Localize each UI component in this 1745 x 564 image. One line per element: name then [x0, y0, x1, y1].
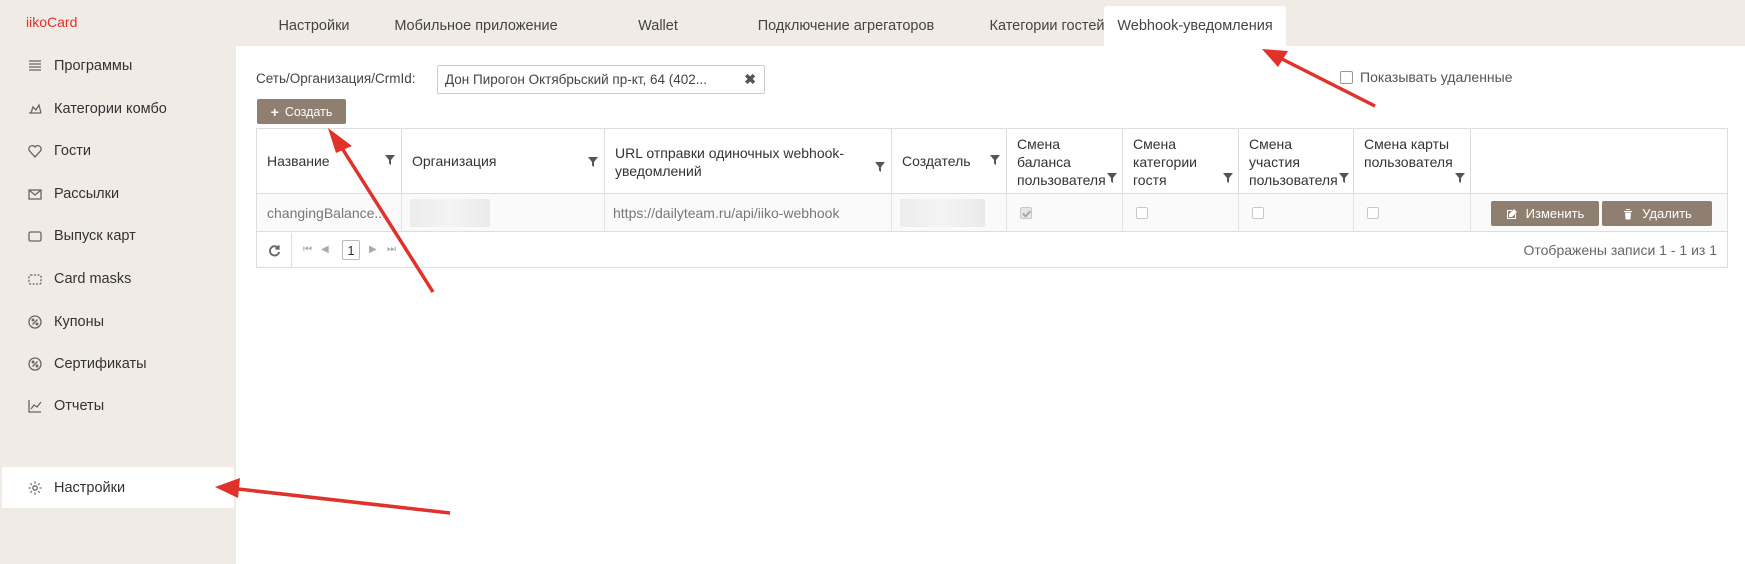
gear-icon: [26, 479, 44, 497]
sidebar-item-label: Выпуск карт: [54, 227, 136, 244]
column-header-balance-change[interactable]: Смена баланса пользователя: [1007, 129, 1123, 193]
arrow-to-settings: [237, 487, 451, 515]
filter-icon[interactable]: [990, 152, 1000, 165]
balance-change-checkbox: [1020, 207, 1032, 219]
tab-settings[interactable]: Настройки: [264, 6, 364, 46]
list-icon: [26, 57, 44, 75]
plus-icon: +: [270, 103, 279, 120]
organization-filter-input[interactable]: Дон Пирогон Октябрьский пр-кт, 64 (402..…: [437, 65, 765, 94]
tab-mobile-app[interactable]: Мобильное приложение: [386, 6, 566, 46]
percent-icon: [26, 355, 44, 373]
sidebar-item-label: Рассылки: [54, 185, 120, 202]
sidebar-item-label: Гости: [54, 142, 91, 159]
column-header-organization[interactable]: Организация: [402, 129, 605, 193]
filter-icon[interactable]: [385, 152, 395, 165]
sidebar-item-card-masks[interactable]: Card masks: [0, 258, 236, 299]
sidebar-item-label: Настройки: [54, 479, 126, 496]
filter-label: Сеть/Организация/CrmId:: [256, 71, 416, 86]
sidebar-item-coupons[interactable]: Купоны: [0, 301, 236, 342]
show-deleted-label: Показывать удаленные: [1360, 69, 1513, 85]
sidebar-item-label: Card masks: [54, 270, 132, 287]
sidebar-item-label: Сертификаты: [54, 355, 147, 372]
column-header-category-change[interactable]: Смена категории гостя: [1123, 129, 1239, 193]
first-page-icon[interactable]: ⏮: [303, 244, 312, 255]
table-row[interactable]: changingBalance... https://dailyteam.ru/…: [257, 193, 1727, 232]
cell-name: changingBalance...: [257, 194, 402, 232]
delete-button-label: Удалить: [1642, 206, 1692, 221]
column-header-card-change[interactable]: Смена карты пользователя: [1354, 129, 1471, 193]
envelope-icon: [26, 185, 44, 203]
column-header-creator[interactable]: Создатель: [892, 129, 1007, 193]
prev-page-icon[interactable]: ◀: [321, 244, 329, 255]
sidebar-item-guests[interactable]: Гости: [0, 130, 236, 171]
settings-tabs: Настройки Мобильное приложение Wallet По…: [236, 0, 1745, 46]
column-header-name[interactable]: Название: [257, 129, 402, 193]
redacted-organization: [410, 199, 490, 227]
filter-icon[interactable]: [875, 159, 885, 172]
sidebar-item-label: Программы: [54, 57, 133, 74]
create-button[interactable]: + Создать: [257, 99, 346, 124]
filter-icon[interactable]: [1339, 170, 1349, 183]
next-page-icon[interactable]: ▶: [369, 244, 377, 255]
sidebar-item-mailings[interactable]: Рассылки: [0, 173, 236, 214]
cell-balance-change: [1007, 194, 1123, 232]
edit-button[interactable]: Изменить: [1491, 201, 1599, 226]
clear-icon[interactable]: ✖: [744, 71, 756, 88]
cell-creator: [892, 194, 1007, 232]
heart-icon: [26, 142, 44, 160]
edit-icon: [1506, 208, 1517, 219]
column-header-participation-change[interactable]: Смена участия пользователя: [1239, 129, 1354, 193]
brand-logo[interactable]: iikoCard: [26, 14, 77, 30]
sidebar-item-programs[interactable]: Программы: [0, 45, 236, 86]
webhooks-table: Название Организация URL отправки одиноч…: [256, 128, 1728, 268]
edit-button-label: Изменить: [1525, 206, 1585, 221]
last-page-icon[interactable]: ⏭: [387, 244, 396, 255]
tab-wallet[interactable]: Wallet: [626, 6, 690, 46]
sidebar-item-reports[interactable]: Отчеты: [0, 385, 236, 426]
sidebar-item-certificates[interactable]: Сертификаты: [0, 343, 236, 384]
card-change-checkbox: [1367, 207, 1379, 219]
filter-icon[interactable]: [1223, 170, 1233, 183]
card-icon: [26, 227, 44, 245]
refresh-icon: [268, 245, 280, 257]
trash-icon: [1624, 208, 1633, 219]
percent-icon: [26, 313, 44, 331]
pagination: ⏮ ◀ 1 ▶ ⏭ Отображены записи 1 - 1 из 1: [257, 233, 1727, 268]
tab-aggregators[interactable]: Подключение агрегаторов: [746, 6, 946, 46]
redacted-creator: [900, 199, 985, 227]
participation-change-checkbox: [1252, 207, 1264, 219]
sidebar-item-label: Отчеты: [54, 397, 105, 414]
sidebar: iikoCard Программы Категории комбо Гости…: [0, 0, 236, 564]
sidebar-item-label: Категории комбо: [54, 100, 167, 117]
cell-participation-change: [1239, 194, 1354, 232]
cell-card-change: [1354, 194, 1471, 232]
sidebar-item-settings[interactable]: Настройки: [2, 467, 234, 508]
records-count: Отображены записи 1 - 1 из 1: [1523, 242, 1718, 258]
refresh-button[interactable]: [257, 233, 292, 268]
filter-icon[interactable]: [1455, 170, 1465, 183]
column-header-url[interactable]: URL отправки одиночных webhook-уведомлен…: [605, 129, 892, 193]
page-number-input[interactable]: 1: [342, 240, 360, 260]
tab-webhooks[interactable]: Webhook-уведомления: [1104, 6, 1286, 46]
combo-icon: [26, 100, 44, 118]
sidebar-item-label: Купоны: [54, 313, 105, 330]
sidebar-item-card-issue[interactable]: Выпуск карт: [0, 215, 236, 256]
filter-value: Дон Пирогон Октябрьский пр-кт, 64 (402..…: [445, 72, 708, 87]
cell-organization: [402, 194, 605, 232]
show-deleted-toggle[interactable]: Показывать удаленные: [1340, 69, 1513, 85]
dashed-card-icon: [26, 270, 44, 288]
cell-category-change: [1123, 194, 1239, 232]
filter-icon[interactable]: [588, 154, 598, 167]
sidebar-item-combo[interactable]: Категории комбо: [0, 88, 236, 129]
cell-url: https://dailyteam.ru/api/iiko-webhook: [605, 194, 892, 232]
delete-button[interactable]: Удалить: [1602, 201, 1712, 226]
filter-icon[interactable]: [1107, 170, 1117, 183]
arrowhead-webhooks: [1262, 49, 1288, 67]
chart-icon: [26, 397, 44, 415]
create-button-label: Создать: [284, 104, 333, 119]
category-change-checkbox: [1136, 207, 1148, 219]
show-deleted-checkbox[interactable]: [1340, 70, 1353, 84]
